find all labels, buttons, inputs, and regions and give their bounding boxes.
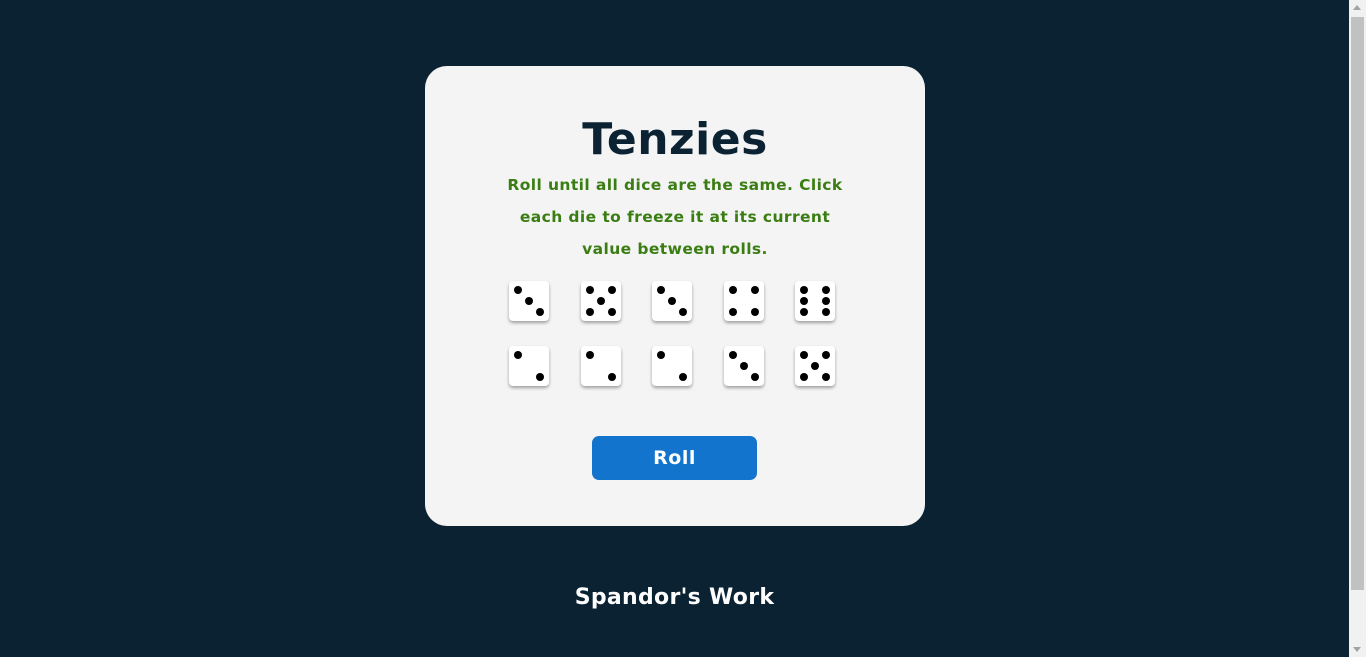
die-pip	[800, 297, 808, 305]
die-pip	[750, 308, 759, 316]
die-pip	[525, 297, 533, 305]
die-pip	[679, 308, 687, 316]
die-10[interactable]	[795, 346, 835, 386]
scroll-up-arrow-icon[interactable]	[1353, 5, 1361, 10]
die-pip	[800, 373, 808, 381]
die-pip	[739, 362, 748, 370]
die-pip	[800, 308, 808, 316]
die-pip	[607, 373, 616, 381]
roll-button[interactable]: Roll	[592, 436, 757, 480]
die-1[interactable]	[509, 281, 549, 321]
die-pip	[728, 308, 737, 316]
die-pip	[596, 297, 605, 305]
die-pip	[822, 373, 830, 381]
die-9[interactable]	[723, 346, 764, 386]
die-pip	[728, 351, 737, 359]
die-pip	[822, 286, 830, 294]
die-pip	[822, 351, 830, 359]
game-title: Tenzies	[582, 114, 768, 165]
die-5[interactable]	[795, 281, 835, 321]
die-8[interactable]	[652, 346, 692, 386]
die-4[interactable]	[723, 281, 764, 321]
dice-grid	[509, 281, 835, 386]
die-pip	[822, 308, 830, 316]
scroll-thumb[interactable]	[1351, 17, 1364, 590]
die-pip	[536, 308, 544, 316]
die-3[interactable]	[652, 281, 692, 321]
die-pip	[728, 286, 737, 294]
vertical-scrollbar[interactable]	[1349, 0, 1366, 657]
scroll-down-arrow-icon[interactable]	[1353, 647, 1361, 652]
die-pip	[822, 297, 830, 305]
die-pip	[750, 286, 759, 294]
die-pip	[679, 373, 687, 381]
die-pip	[811, 362, 819, 370]
die-pip	[585, 286, 594, 294]
die-pip	[536, 373, 544, 381]
die-6[interactable]	[509, 346, 549, 386]
footer-credit: Spandor's Work	[574, 585, 775, 610]
game-card: Tenzies Roll until all dice are the same…	[425, 66, 925, 526]
die-2[interactable]	[580, 281, 621, 321]
die-pip	[657, 286, 665, 294]
die-pip	[514, 351, 522, 359]
die-pip	[750, 373, 759, 381]
die-pip	[607, 308, 616, 316]
die-pip	[800, 286, 808, 294]
die-pip	[514, 286, 522, 294]
page: Tenzies Roll until all dice are the same…	[0, 0, 1349, 657]
die-pip	[585, 351, 594, 359]
die-7[interactable]	[580, 346, 621, 386]
die-pip	[657, 351, 665, 359]
die-pip	[800, 351, 808, 359]
die-pip	[607, 286, 616, 294]
die-pip	[668, 297, 676, 305]
die-pip	[585, 308, 594, 316]
game-instructions: Roll until all dice are the same. Click …	[507, 176, 843, 258]
